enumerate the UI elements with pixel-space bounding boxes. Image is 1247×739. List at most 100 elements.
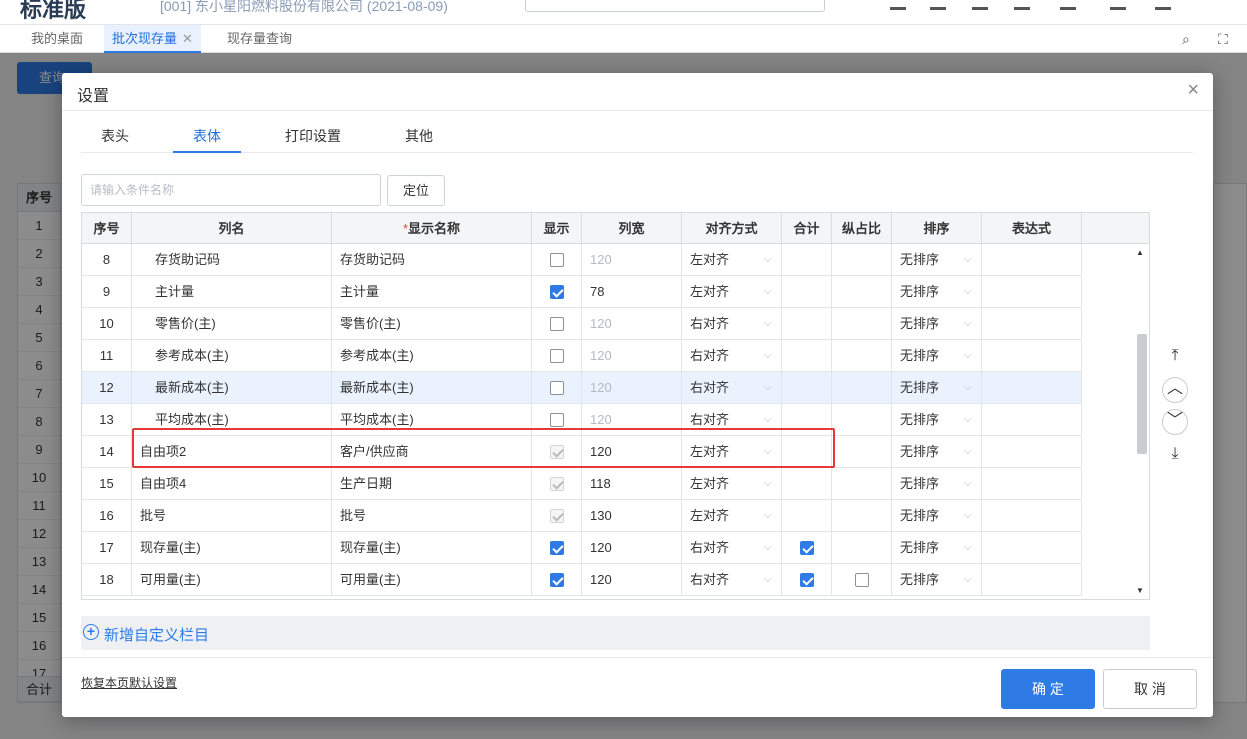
sort-select[interactable]: 无排序 ⌵ <box>892 340 982 371</box>
column-width-cell[interactable]: 120 <box>582 308 682 339</box>
column-width-input[interactable]: 78 <box>590 284 604 299</box>
expression-cell[interactable] <box>982 244 1082 275</box>
list-icon[interactable] <box>930 0 946 10</box>
show-checkbox[interactable] <box>550 317 564 331</box>
show-checkbox[interactable] <box>550 541 564 555</box>
sort-select[interactable]: 无排序 ⌵ <box>892 308 982 339</box>
show-checkbox[interactable] <box>550 413 564 427</box>
scroll-up-arrow-icon[interactable]: ▲ <box>1136 248 1144 257</box>
column-width-input[interactable]: 130 <box>590 508 612 523</box>
display-name-input[interactable]: 批号 <box>340 508 366 523</box>
fullscreen-icon[interactable]: ⛶ <box>1218 31 1228 48</box>
ratio-checkbox[interactable] <box>855 573 869 587</box>
tab-other[interactable]: 其他 <box>405 126 433 146</box>
column-width-input[interactable]: 120 <box>590 380 612 395</box>
column-width-cell[interactable]: 120 <box>582 372 682 403</box>
align-select[interactable]: 左对齐 ⌵ <box>682 436 782 467</box>
avatar-icon[interactable] <box>1110 0 1126 10</box>
display-name-cell[interactable]: 存货助记码 <box>332 244 532 275</box>
display-name-input[interactable]: 最新成本(主) <box>340 380 414 395</box>
tab-header[interactable]: 表头 <box>101 126 129 146</box>
sum-checkbox[interactable] <box>800 573 814 587</box>
column-width-input[interactable]: 120 <box>590 316 612 331</box>
sort-select[interactable]: 无排序 ⌵ <box>892 532 982 563</box>
cancel-button[interactable]: 取 消 <box>1103 669 1197 709</box>
table-row[interactable]: 15 自由项4 生产日期 118 左对齐 ⌵ 无排序 ⌵ <box>82 468 1082 500</box>
display-name-input[interactable]: 可用量(主) <box>340 572 401 587</box>
global-search-input[interactable] <box>525 0 825 12</box>
condition-search-input[interactable] <box>81 174 381 206</box>
table-row[interactable]: 10 零售价(主) 零售价(主) 120 右对齐 ⌵ 无排序 ⌵ <box>82 308 1082 340</box>
display-name-cell[interactable]: 客户/供应商 <box>332 436 532 467</box>
display-name-input[interactable]: 零售价(主) <box>340 316 401 331</box>
sum-checkbox[interactable] <box>800 541 814 555</box>
column-width-cell[interactable]: 120 <box>582 532 682 563</box>
column-width-input[interactable]: 118 <box>590 476 611 491</box>
display-name-input[interactable]: 现存量(主) <box>340 540 401 555</box>
help-icon[interactable] <box>1155 0 1171 10</box>
table-row[interactable]: 16 批号 批号 130 左对齐 ⌵ 无排序 ⌵ <box>82 500 1082 532</box>
sort-select[interactable]: 无排序 ⌵ <box>892 436 982 467</box>
sort-select[interactable]: 无排序 ⌵ <box>892 276 982 307</box>
align-select[interactable]: 左对齐 ⌵ <box>682 468 782 499</box>
column-width-cell[interactable]: 120 <box>582 436 682 467</box>
tab-print-settings[interactable]: 打印设置 <box>285 126 341 146</box>
display-name-cell[interactable]: 现存量(主) <box>332 532 532 563</box>
tab-stock-query[interactable]: 现存量查询 <box>227 25 292 53</box>
display-name-cell[interactable]: 批号 <box>332 500 532 531</box>
expression-cell[interactable] <box>982 500 1082 531</box>
display-name-input[interactable]: 生产日期 <box>340 476 392 491</box>
table-row[interactable]: 13 平均成本(主) 平均成本(主) 120 右对齐 ⌵ 无排序 ⌵ <box>82 404 1082 436</box>
expression-cell[interactable] <box>982 276 1082 307</box>
column-width-input[interactable]: 120 <box>590 444 612 459</box>
expression-cell[interactable] <box>982 308 1082 339</box>
align-select[interactable]: 右对齐 ⌵ <box>682 532 782 563</box>
display-name-cell[interactable]: 最新成本(主) <box>332 372 532 403</box>
display-name-cell[interactable]: 主计量 <box>332 276 532 307</box>
align-select[interactable]: 右对齐 ⌵ <box>682 308 782 339</box>
align-select[interactable]: 右对齐 ⌵ <box>682 372 782 403</box>
move-to-top-icon[interactable]: ⤒ <box>1162 343 1188 369</box>
display-name-cell[interactable]: 生产日期 <box>332 468 532 499</box>
home-icon[interactable] <box>890 0 906 10</box>
column-width-cell[interactable]: 120 <box>582 244 682 275</box>
sort-select[interactable]: 无排序 ⌵ <box>892 404 982 435</box>
align-select[interactable]: 右对齐 ⌵ <box>682 564 782 595</box>
move-up-icon[interactable]: ︿ <box>1162 377 1188 403</box>
table-row[interactable]: 14 自由项2 客户/供应商 120 左对齐 ⌵ 无排序 ⌵ <box>82 436 1082 468</box>
align-select[interactable]: 右对齐 ⌵ <box>682 340 782 371</box>
expression-cell[interactable] <box>982 340 1082 371</box>
expression-cell[interactable] <box>982 404 1082 435</box>
expression-cell[interactable] <box>982 468 1082 499</box>
display-name-input[interactable]: 平均成本(主) <box>340 412 414 427</box>
close-icon[interactable]: ✕ <box>182 31 193 46</box>
tab-my-desktop[interactable]: 我的桌面 <box>31 25 83 53</box>
show-checkbox[interactable] <box>550 349 564 363</box>
restore-defaults-link[interactable]: 恢复本页默认设置 <box>81 674 177 691</box>
display-name-input[interactable]: 参考成本(主) <box>340 348 414 363</box>
column-width-cell[interactable]: 118 <box>582 468 682 499</box>
expression-cell[interactable] <box>982 532 1082 563</box>
column-width-cell[interactable]: 78 <box>582 276 682 307</box>
display-name-input[interactable]: 客户/供应商 <box>340 444 409 459</box>
display-name-cell[interactable]: 可用量(主) <box>332 564 532 595</box>
move-to-bottom-icon[interactable]: ⤓ <box>1162 441 1188 467</box>
column-width-input[interactable]: 120 <box>590 252 612 267</box>
phone-icon[interactable] <box>1060 0 1076 10</box>
table-scrollbar[interactable]: ▲ ▼ <box>1132 244 1149 599</box>
column-width-cell[interactable]: 130 <box>582 500 682 531</box>
expression-cell[interactable] <box>982 436 1082 467</box>
add-circle-icon[interactable]: + <box>83 624 99 640</box>
show-checkbox[interactable] <box>550 381 564 395</box>
move-down-icon[interactable]: ﹀ <box>1162 409 1188 435</box>
column-width-cell[interactable]: 120 <box>582 404 682 435</box>
align-select[interactable]: 右对齐 ⌵ <box>682 404 782 435</box>
show-checkbox[interactable] <box>550 253 564 267</box>
column-width-input[interactable]: 120 <box>590 540 612 555</box>
sort-select[interactable]: 无排序 ⌵ <box>892 244 982 275</box>
sort-select[interactable]: 无排序 ⌵ <box>892 500 982 531</box>
show-checkbox[interactable] <box>550 285 564 299</box>
close-icon[interactable]: × <box>1187 79 1199 102</box>
table-row[interactable]: 18 可用量(主) 可用量(主) 120 右对齐 ⌵ 无排序 ⌵ <box>82 564 1082 596</box>
scrollbar-thumb[interactable] <box>1137 334 1147 454</box>
